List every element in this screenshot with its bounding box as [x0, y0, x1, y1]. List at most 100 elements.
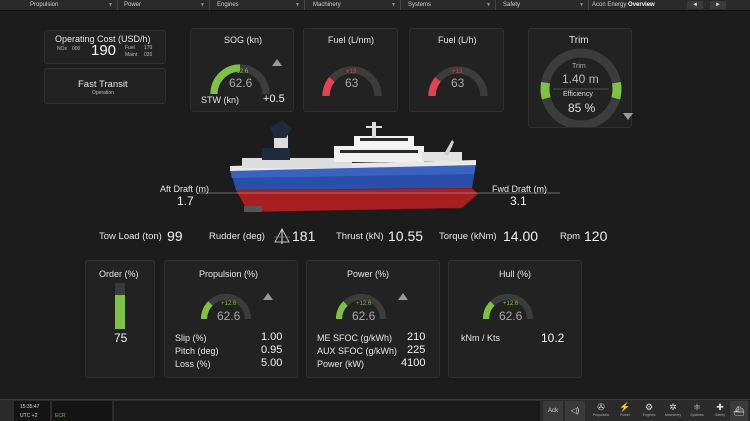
top-menu-bar: Propulsion ▼ Power ▼ Engines ▼ Machinery ▼ S… [0, 0, 750, 11]
order-bar-track [115, 283, 125, 329]
ack-button[interactable]: Ack [543, 401, 563, 421]
rudder-label: Rudder (deg) [209, 231, 265, 242]
back-arrow-icon: ◄ [692, 2, 698, 8]
gauge-fill [428, 77, 441, 97]
sog-trend-icon [272, 59, 282, 66]
propulsion-value: 62.6 [217, 309, 241, 323]
efficiency-label: Efficiency [563, 91, 593, 98]
sog-value: 62.6 [229, 76, 253, 90]
power-kw-value: 4100 [401, 357, 426, 369]
hull-panel: Hull (%) +12.6 62.6 kNm / Kts 10.2 [448, 260, 582, 378]
maint-cost-label: Maint [125, 52, 138, 58]
nav-label: Safety [715, 413, 725, 417]
aux-sfoc-value: 225 [407, 344, 426, 356]
me-sfoc-label: ME SFOC (g/kWh) [317, 333, 393, 343]
gauge-fill [200, 301, 213, 320]
order-value: 75 [114, 331, 128, 345]
fuel-cost-label: Fuel [125, 45, 135, 51]
sog-label: SOG (kn) [224, 35, 263, 45]
torque-value: 14.00 [503, 228, 539, 244]
menu-systems[interactable]: Systems ▼ [404, 0, 496, 10]
page-title: Acon Energy Overview [592, 0, 655, 10]
operating-cost-value: 190 [91, 42, 117, 59]
power-value: 62.6 [352, 309, 376, 323]
fuel-nm-value: 63 [345, 76, 359, 90]
trim-label: Trim [569, 35, 589, 46]
pitch-label: Pitch (deg) [175, 346, 219, 356]
mute-button[interactable]: ◁) [565, 401, 585, 421]
loss-label: Loss (%) [175, 359, 211, 369]
gauge-fill [482, 301, 495, 320]
hull-delta: +12.6 [503, 301, 519, 307]
trim-indicator [540, 81, 551, 100]
menu-label: Safety [503, 2, 521, 8]
nav-safety-button[interactable]: ✚ Safety [709, 401, 731, 421]
power-icon: ⚡ [619, 402, 631, 412]
nav-label: Power [620, 413, 630, 417]
fuel-h-value: 63 [451, 76, 465, 90]
fuel-h-panel: Fuel (L/h) +13 63 [409, 28, 504, 112]
loss-value: 5.00 [261, 357, 283, 369]
bottom-status-bar: 15:35:47 UTC +2 ECR Ack ◁) ✇ Propulsion ⚡… [0, 399, 750, 421]
menu-label: Systems [408, 2, 432, 8]
overview-icon: ⛴ [733, 406, 745, 416]
menu-engines[interactable]: Engines ▼ [213, 0, 305, 10]
menu-machinery[interactable]: Machinery ▼ [309, 0, 401, 10]
thrust-value: 10.55 [388, 228, 424, 244]
clock-box: 15:35:47 UTC +2 [14, 401, 50, 421]
order-panel: Order (%) 75 [85, 260, 155, 378]
order-label: Order (%) [99, 269, 139, 279]
nav-forward-button[interactable]: ► [710, 1, 726, 9]
chevron-down-icon: ▼ [579, 2, 584, 8]
gauge-fill [335, 301, 348, 320]
title-prefix: Acon Energy [592, 2, 627, 8]
trim-gauge [540, 48, 622, 127]
nav-systems-button[interactable]: ⚛ Systems [686, 401, 708, 421]
knm-kts-label: kNm / Kts [461, 333, 501, 343]
nav-back-button[interactable]: ◄ [687, 1, 703, 9]
nav-machinery-button[interactable]: ✲ Machinery [662, 401, 684, 421]
power-label: Power (%) [347, 269, 390, 279]
chevron-down-icon: ▼ [486, 2, 491, 8]
power-kw-label: Power (kW) [317, 359, 364, 369]
draft-line [198, 192, 560, 194]
fuel-nm-delta: +13 [346, 69, 357, 75]
operating-cost-panel: Operating Cost (USD/h) NOx 000 190 Fuel … [44, 30, 166, 64]
chevron-down-icon: ▼ [108, 2, 113, 8]
knm-kts-value: 10.2 [541, 331, 565, 345]
propulsion-label: Propulsion (%) [199, 269, 259, 279]
chevron-down-icon: ▼ [391, 2, 396, 8]
propulsion-delta: +12.6 [221, 301, 237, 307]
nav-label: Machinery [664, 413, 682, 417]
hull-value: 62.6 [499, 309, 523, 323]
nav-propulsion-button[interactable]: ✇ Propulsion [590, 401, 612, 421]
fuel-h-delta: +13 [452, 69, 463, 75]
nav-label: Engines [642, 413, 656, 417]
thrust-label: Thrust (kN) [336, 231, 384, 242]
nav-overview-button[interactable]: ⛴ [730, 401, 748, 421]
menu-power[interactable]: Power ▼ [120, 0, 210, 10]
menu-label: Machinery [313, 2, 341, 8]
alarm-line[interactable] [114, 401, 540, 421]
clock-time: 15:35:47 [20, 404, 40, 410]
power-trend-icon [398, 293, 408, 300]
nav-label: Systems [690, 413, 704, 417]
rudder-icon [274, 228, 290, 244]
propulsion-trend-icon [263, 293, 273, 300]
trim-trend-icon [623, 113, 633, 120]
safety-icon: ✚ [716, 402, 724, 412]
nav-engines-button[interactable]: ⚙ Engines [638, 401, 660, 421]
pitch-value: 0.95 [261, 344, 283, 356]
menu-label: Power [124, 2, 142, 8]
fuel-nm-panel: Fuel (L/nm) +13 63 [303, 28, 398, 112]
menu-safety[interactable]: Safety ▼ [499, 0, 589, 10]
slip-value: 1.00 [261, 331, 283, 343]
fuel-cost-value: 170 [144, 45, 153, 51]
nav-power-button[interactable]: ⚡ Power [614, 401, 636, 421]
sog-delta: +12.6 [233, 69, 249, 75]
menu-propulsion[interactable]: Propulsion ▼ [26, 0, 118, 10]
stw-label: STW (kn) [201, 95, 239, 105]
trim-sub-label: Trim [572, 63, 586, 70]
speaker-icon: ◁) [570, 406, 580, 415]
title-bold: Overview [628, 2, 655, 8]
